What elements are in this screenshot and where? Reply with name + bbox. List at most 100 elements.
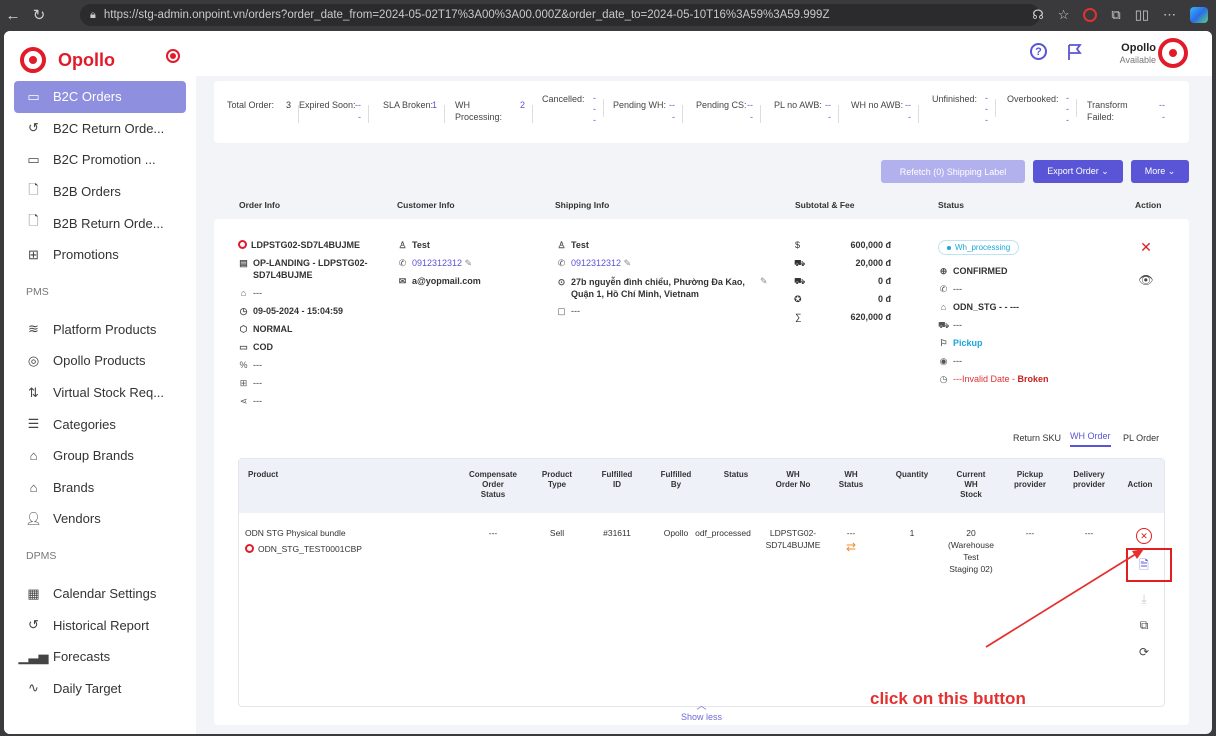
shipping-address-line1: 27b nguyễn đình chiểu, Phường Đa Kao, xyxy=(571,277,745,287)
stat-pl-no-awb[interactable]: PL no AWB: -- - xyxy=(774,91,839,133)
status-pickup[interactable]: ⚐ Pickup xyxy=(938,337,982,349)
stat-label: WH no AWB: xyxy=(851,100,904,110)
cell-wh-status: --- xyxy=(846,528,856,538)
order-channel: ▤ OP-LANDING - LDPSTG02- xyxy=(238,257,367,269)
sidebar-item-brands[interactable]: ⌂ Brands xyxy=(14,472,186,504)
cell-wh-order-no: LDPSTG02- SD7L4BUJME xyxy=(765,528,821,550)
stat-pending-cs[interactable]: Pending CS: -- - xyxy=(696,91,761,133)
copy-icon[interactable]: ⧉ xyxy=(1137,618,1151,632)
product-logo-icon xyxy=(245,544,254,553)
sidebar-item-label: Virtual Stock Req... xyxy=(53,385,165,401)
stat-overbooked[interactable]: Overbooked: - - - xyxy=(1007,85,1077,127)
phone-icon: ✆ xyxy=(557,258,566,268)
cancel-wh-order-icon[interactable]: ✕ xyxy=(1136,528,1152,544)
history-icon: ↺ xyxy=(28,617,39,633)
lock-icon: 🔒︎ xyxy=(90,8,96,21)
order-type: ⬡ NORMAL xyxy=(238,323,293,335)
sidebar-item-daily-target[interactable]: ∿ Daily Target xyxy=(14,673,186,705)
more-menu-icon[interactable]: ⋯ xyxy=(1163,7,1176,23)
favorite-icon[interactable]: ☆ xyxy=(1058,7,1070,23)
cell-quantity: 1 xyxy=(909,528,915,538)
stat-pending-wh[interactable]: Pending WH: -- - xyxy=(613,91,683,133)
sidebar-item-platform-products[interactable]: ≋ Platform Products xyxy=(14,314,186,346)
stat-wh-no-awb[interactable]: WH no AWB: -- - xyxy=(851,91,919,133)
shipping-note-text: --- xyxy=(571,306,580,316)
sidebar-item-b2c-promotion[interactable]: ▭ B2C Promotion ... xyxy=(14,144,186,176)
edit-icon[interactable]: ✎ xyxy=(624,258,632,268)
copilot-icon[interactable] xyxy=(1190,7,1208,23)
edit-icon[interactable]: ✎ xyxy=(465,258,473,268)
show-less-link[interactable]: ︿ Show less xyxy=(214,697,1189,722)
customer-phone[interactable]: ✆ 0912312312 ✎ xyxy=(397,257,472,269)
stat-transform-failed[interactable]: Transform Failed: -- - xyxy=(1087,91,1165,133)
stat-value: -- - xyxy=(825,100,831,122)
stat-cancelled[interactable]: Cancelled: - - - xyxy=(542,85,604,127)
sidebar-item-b2b-orders[interactable]: 🗋︎ B2B Orders xyxy=(14,176,186,208)
sidebar-item-historical-report[interactable]: ↺ Historical Report xyxy=(14,609,186,641)
annotation-text: click on this button xyxy=(870,689,1026,708)
sidebar-item-label: Promotions xyxy=(53,247,119,263)
status-warehouse: ⌂ ODN_STG - - --- xyxy=(938,301,1019,313)
address-bar[interactable]: 🔒︎ https://stg-admin.onpoint.vn/orders?o… xyxy=(80,4,1040,26)
cancel-order-icon[interactable]: ✕ xyxy=(1139,239,1153,255)
export-order-button[interactable]: Export Order ⌄ xyxy=(1033,160,1123,183)
target-icon: ◎ xyxy=(27,352,40,368)
extensions-icon[interactable]: ⧉ xyxy=(1111,7,1120,23)
reload-icon[interactable]: ↻ xyxy=(26,0,52,30)
stat-wh-processing[interactable]: WH Processing: 2 xyxy=(455,91,533,133)
stat-total-order[interactable]: Total Order: 3 xyxy=(227,91,299,133)
sidebar-item-vendors[interactable]: 👤︎ Vendors xyxy=(14,503,186,535)
sidebar-item-b2c-return-orders[interactable]: ↺ B2C Return Orde... xyxy=(14,113,186,145)
top-header: ? Opollo Available xyxy=(196,31,1212,76)
clock-icon: ◷ xyxy=(239,306,248,316)
split-screen-icon[interactable]: ▯▯ xyxy=(1135,7,1149,23)
sidebar-item-label: Historical Report xyxy=(53,617,150,633)
sidebar-item-label: Group Brands xyxy=(53,448,134,464)
status-phone: ✆ --- xyxy=(938,283,962,295)
sidebar-item-b2b-return-orders[interactable]: 🗋︎ B2B Return Orde... xyxy=(14,207,186,239)
brand[interactable]: Opollo xyxy=(20,47,115,73)
sidebar-item-label: Forecasts xyxy=(53,649,111,665)
tab-return-sku[interactable]: Return SKU xyxy=(1013,433,1061,443)
download-icon[interactable]: ⤓ xyxy=(1137,592,1151,606)
sidebar-item-forecasts[interactable]: ▁▃▅ Forecasts xyxy=(14,641,186,673)
edit-address-icon[interactable]: ✎ xyxy=(760,275,768,287)
sidebar-item-opollo-products[interactable]: ◎ Opollo Products xyxy=(14,345,186,377)
collapse-sidebar-icon[interactable] xyxy=(166,49,180,63)
card-icon: ▭ xyxy=(239,342,248,352)
stat-expired-soon[interactable]: Expired Soon: -- - xyxy=(299,91,369,133)
sidebar-item-categories[interactable]: ☰ Categories xyxy=(14,408,186,440)
refresh-icon[interactable]: ⟳ xyxy=(1137,645,1151,659)
sidebar-item-promotions[interactable]: ⊞ Promotions xyxy=(14,239,186,271)
tab-pl-order[interactable]: PL Order xyxy=(1123,433,1159,443)
sidebar-item-calendar-settings[interactable]: ▦ Calendar Settings xyxy=(14,578,186,610)
extension-icon[interactable] xyxy=(1083,8,1098,22)
refetch-shipping-label-button[interactable]: Refetch (0) Shipping Label xyxy=(881,160,1025,183)
sidebar-item-virtual-stock[interactable]: ⇅ Virtual Stock Req... xyxy=(14,377,186,409)
stat-sla-broken[interactable]: SLA Broken: 1 xyxy=(383,91,445,133)
read-aloud-icon[interactable]: ☊ xyxy=(1032,7,1044,23)
share-icon: ⋖ xyxy=(239,396,248,406)
shipping-phone[interactable]: ✆ 0912312312 ✎ xyxy=(556,257,631,269)
view-order-icon[interactable]: 👁︎ xyxy=(1138,273,1153,287)
header-product-type: Product Type xyxy=(541,470,573,489)
help-icon[interactable]: ? xyxy=(1030,43,1047,60)
column-header-customer-info: Customer Info xyxy=(397,200,455,210)
avatar[interactable] xyxy=(1158,38,1188,68)
sync-status-icon[interactable]: ⇄ xyxy=(844,541,858,553)
cell-fulfilled-id: #31611 xyxy=(603,528,631,538)
sidebar-item-b2c-orders[interactable]: ▭ B2C Orders xyxy=(14,81,186,113)
column-header-status: Status xyxy=(938,200,964,210)
sidebar-item-label: B2B Orders xyxy=(53,184,121,200)
flag-icon[interactable] xyxy=(1066,43,1084,61)
status-tracking-text: --- xyxy=(953,356,962,366)
back-icon[interactable]: ← xyxy=(0,0,26,30)
order-id-text: LDPSTG02-SD7L4BUJME xyxy=(251,240,361,250)
sidebar-item-label: Platform Products xyxy=(53,321,157,337)
tab-wh-order[interactable]: WH Order xyxy=(1070,431,1111,447)
shipping-note: ▢ --- xyxy=(556,305,580,317)
stat-unfinished[interactable]: Unfinished: - - - xyxy=(932,85,996,127)
order-id[interactable]: LDPSTG02-SD7L4BUJME xyxy=(238,239,360,251)
sidebar-item-group-brands[interactable]: ⌂ Group Brands xyxy=(14,440,186,472)
more-button[interactable]: More ⌄ xyxy=(1131,160,1189,183)
